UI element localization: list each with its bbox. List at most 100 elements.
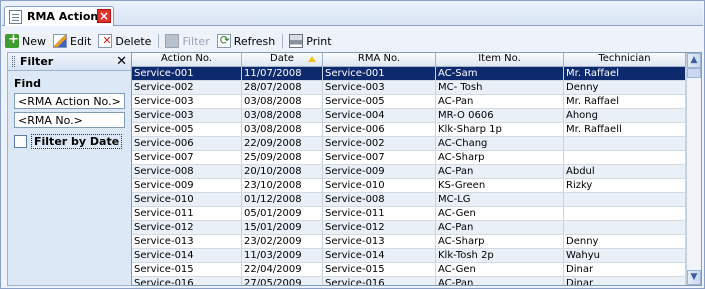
cell-action-no: Service-012 — [132, 221, 242, 234]
cell-rma-no: Service-007 — [323, 151, 436, 164]
new-icon — [5, 32, 19, 48]
cell-item-no: AC-Pan — [436, 165, 564, 178]
table-row[interactable]: Service-007 25/09/2008 Service-007 AC-Sharp — [132, 151, 686, 165]
cell-item-no: MC- Tosh — [436, 81, 564, 94]
cell-date: 03/08/2008 — [242, 95, 323, 108]
cell-action-no: Service-001 — [132, 67, 242, 80]
drag-grip-icon[interactable] — [12, 56, 15, 67]
find-label: Find — [14, 77, 41, 90]
table-row[interactable]: Service-005 03/08/2008 Service-006 Klk-Shar… — [132, 123, 686, 137]
scroll-up-icon[interactable]: ▲ — [687, 53, 701, 68]
cell-technician: Dinar — [564, 263, 686, 276]
filter-label: Filter — [182, 34, 210, 48]
cell-technician: Ahong — [564, 109, 686, 122]
table-row[interactable]: Service-016 27/05/2009 Service-016 AC-Pan Di… — [132, 277, 686, 285]
print-button[interactable]: Print — [286, 32, 335, 50]
column-header-date[interactable]: Date — [242, 53, 323, 66]
toolbar: New Edit Delete Filter Refresh Print — [2, 32, 703, 50]
cell-rma-no: Service-012 — [323, 221, 436, 234]
cell-rma-no: Service-015 — [323, 263, 436, 276]
cell-item-no: AC-Pan — [436, 95, 564, 108]
cell-item-no: AC-Sharp — [436, 235, 564, 248]
table-row[interactable]: Service-009 23/10/2008 Service-010 KS-Green… — [132, 179, 686, 193]
cell-action-no: Service-005 — [132, 123, 242, 136]
cell-rma-no: Service-011 — [323, 207, 436, 220]
delete-button[interactable]: Delete — [95, 32, 155, 50]
rma-no-input[interactable] — [14, 112, 125, 128]
cell-rma-no: Service-003 — [323, 81, 436, 94]
rma-actions-grid: Action No. Date RMA No. Item No. Technic… — [131, 52, 702, 286]
toolbar-separator — [282, 34, 284, 48]
cell-rma-no: Service-008 — [323, 193, 436, 206]
scroll-down-icon[interactable]: ▼ — [687, 270, 701, 285]
cell-technician: Mr. Raffaell — [564, 123, 686, 136]
edit-label: Edit — [70, 34, 92, 48]
cell-rma-no: Service-013 — [323, 235, 436, 248]
cell-date: 11/03/2009 — [242, 249, 323, 262]
cell-rma-no: Service-002 — [323, 137, 436, 150]
cell-action-no: Service-003 — [132, 95, 242, 108]
close-icon[interactable]: ✕ — [116, 54, 127, 69]
close-tab-icon[interactable]: × — [97, 9, 111, 23]
toolbar-separator — [158, 34, 160, 48]
rma-action-no-input[interactable] — [14, 93, 125, 109]
table-row[interactable]: Service-003 03/08/2008 Service-005 AC-Pan Mr… — [132, 95, 686, 109]
table-row[interactable]: Service-008 20/10/2008 Service-009 AC-Pan Ab… — [132, 165, 686, 179]
cell-action-no: Service-013 — [132, 235, 242, 248]
filter-by-date-checkbox[interactable] — [14, 135, 27, 148]
cell-action-no: Service-003 — [132, 109, 242, 122]
cell-rma-no: Service-004 — [323, 109, 436, 122]
cell-technician: Wahyu — [564, 249, 686, 262]
cell-item-no: AC-Sharp — [436, 151, 564, 164]
cell-rma-no: Service-016 — [323, 277, 436, 285]
cell-technician: Denny — [564, 81, 686, 94]
filter-panel: Filter ✕ Find Filter by Date — [7, 52, 133, 286]
refresh-button[interactable]: Refresh — [214, 32, 280, 50]
cell-technician — [564, 193, 686, 206]
column-header-rma-no[interactable]: RMA No. — [323, 53, 436, 66]
cell-item-no: AC-Gen — [436, 263, 564, 276]
cell-date: 05/01/2009 — [242, 207, 323, 220]
cell-action-no: Service-016 — [132, 277, 242, 285]
cell-item-no: AC-Pan — [436, 277, 564, 285]
grid-header: Action No. Date RMA No. Item No. Technic… — [132, 53, 686, 67]
cell-date: 15/01/2009 — [242, 221, 323, 234]
new-button[interactable]: New — [2, 32, 50, 50]
cell-technician: Dinar — [564, 277, 686, 285]
filter-button[interactable]: Filter — [162, 32, 213, 50]
cell-item-no: MC-LG — [436, 193, 564, 206]
refresh-label: Refresh — [233, 34, 276, 48]
table-row[interactable]: Service-011 05/01/2009 Service-011 AC-Gen — [132, 207, 686, 221]
table-row[interactable]: Service-014 11/03/2009 Service-014 Klk-Tosh… — [132, 249, 686, 263]
cell-date: 23/02/2009 — [242, 235, 323, 248]
cell-action-no: Service-011 — [132, 207, 242, 220]
filter-icon — [165, 34, 180, 48]
cell-action-no: Service-009 — [132, 179, 242, 192]
table-row[interactable]: Service-001 11/07/2008 Service-001 AC-Sam Mr… — [132, 67, 686, 81]
sort-ascending-icon — [308, 56, 316, 62]
cell-technician: Rizky — [564, 179, 686, 192]
table-row[interactable]: Service-010 01/12/2008 Service-008 MC-LG — [132, 193, 686, 207]
delete-icon — [98, 34, 113, 48]
edit-button[interactable]: Edit — [50, 32, 95, 50]
tab-rma-actions[interactable]: RMA Actions × — [4, 6, 114, 26]
document-tab-strip: RMA Actions × — [2, 2, 703, 26]
filter-by-date-row: Filter by Date — [14, 134, 132, 149]
column-header-technician[interactable]: Technician — [564, 53, 686, 66]
filter-by-date-label[interactable]: Filter by Date — [31, 134, 123, 149]
table-row[interactable]: Service-015 22/04/2009 Service-015 AC-Gen Di… — [132, 263, 686, 277]
cell-date: 28/07/2008 — [242, 81, 323, 94]
vertical-scrollbar[interactable]: ▲ ▼ — [686, 53, 701, 285]
table-row[interactable]: Service-002 28/07/2008 Service-003 MC- Tosh… — [132, 81, 686, 95]
table-row[interactable]: Service-013 23/02/2009 Service-013 AC-Sharp… — [132, 235, 686, 249]
table-row[interactable]: Service-012 15/01/2009 Service-012 AC-Pan — [132, 221, 686, 235]
scrollbar-thumb[interactable] — [687, 68, 701, 78]
cell-item-no: Klk-Tosh 2p — [436, 249, 564, 262]
refresh-icon — [216, 33, 231, 48]
cell-technician: Mr. Raffael — [564, 95, 686, 108]
column-header-action-no[interactable]: Action No. — [132, 53, 242, 66]
cell-date: 01/12/2008 — [242, 193, 323, 206]
column-header-item-no[interactable]: Item No. — [436, 53, 564, 66]
table-row[interactable]: Service-003 03/08/2008 Service-004 MR-O 060… — [132, 109, 686, 123]
table-row[interactable]: Service-006 22/09/2008 Service-002 AC-Chang — [132, 137, 686, 151]
